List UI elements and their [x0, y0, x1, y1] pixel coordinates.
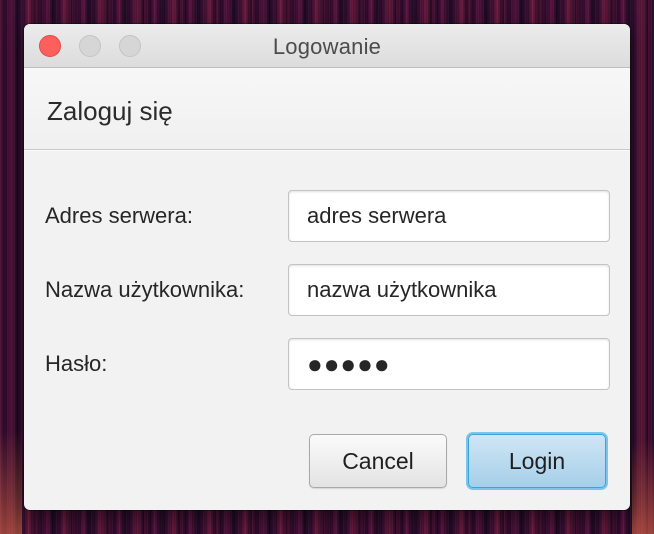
- cancel-button[interactable]: Cancel: [309, 434, 447, 488]
- desktop-wallpaper-streak: [0, 430, 22, 534]
- password-input[interactable]: [288, 338, 610, 390]
- username-label: Nazwa użytkownika:: [45, 277, 245, 302]
- username-input[interactable]: [288, 264, 610, 316]
- password-row: Hasło:: [24, 338, 630, 390]
- desktop-wallpaper-streak: [632, 440, 654, 534]
- login-button[interactable]: Login: [468, 434, 606, 488]
- login-dialog-window: Logowanie Zaloguj się Adres serwera: Naz…: [24, 24, 630, 510]
- server-address-label: Adres serwera:: [45, 203, 193, 228]
- window-title: Logowanie: [272, 34, 382, 59]
- title-bar[interactable]: Logowanie: [24, 24, 630, 68]
- dialog-header: Zaloguj się: [24, 68, 630, 150]
- dialog-header-text: Zaloguj się: [47, 96, 173, 126]
- username-row: Nazwa użytkownika:: [24, 264, 630, 316]
- password-label: Hasło:: [45, 351, 108, 376]
- server-address-input[interactable]: [288, 190, 610, 242]
- server-address-row: Adres serwera:: [24, 190, 630, 242]
